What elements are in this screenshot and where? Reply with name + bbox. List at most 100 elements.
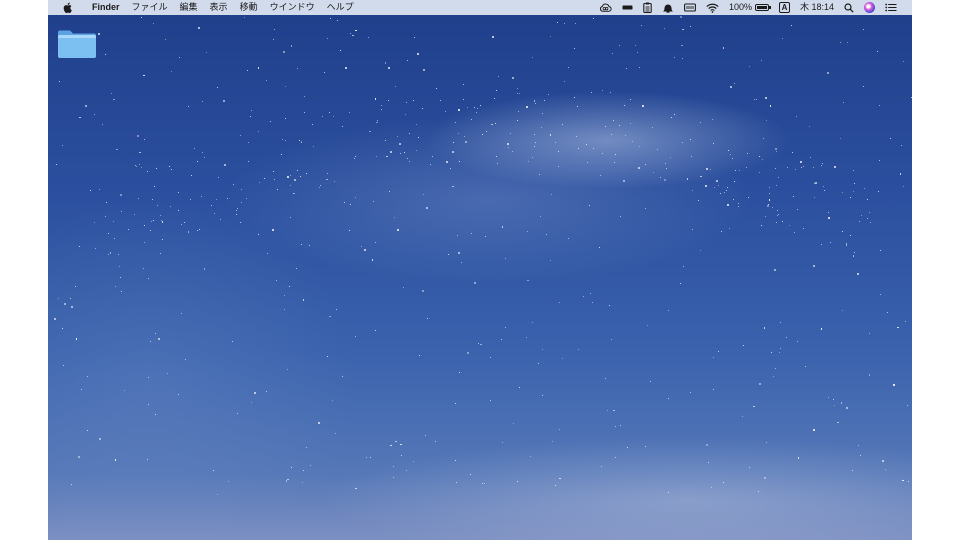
star	[776, 214, 778, 216]
star	[795, 116, 797, 118]
star	[112, 221, 114, 223]
star	[368, 36, 370, 38]
menu-edit[interactable]: 編集	[174, 0, 204, 15]
desktop-folder[interactable]	[57, 28, 97, 60]
star	[762, 158, 764, 161]
apple-menu[interactable]	[48, 2, 86, 13]
star	[304, 111, 306, 113]
star	[247, 141, 249, 143]
menu-help[interactable]: ヘルプ	[321, 0, 360, 15]
menu-view[interactable]: 表示	[204, 0, 234, 15]
battery-menu[interactable]: 100%	[724, 0, 774, 15]
star	[405, 113, 407, 115]
star	[288, 285, 290, 287]
wifi-menu[interactable]	[701, 0, 724, 15]
star	[210, 205, 212, 207]
star	[456, 482, 458, 484]
star	[198, 27, 200, 30]
star	[720, 192, 722, 194]
star	[765, 441, 767, 443]
app-menu-finder[interactable]: Finder	[86, 0, 126, 15]
menu-go[interactable]: 移動	[234, 0, 264, 15]
creative-cloud-menu[interactable]	[594, 0, 617, 15]
star	[265, 79, 267, 82]
star	[111, 92, 113, 94]
star	[577, 106, 579, 108]
star	[549, 260, 551, 262]
star	[786, 337, 788, 339]
star	[250, 110, 252, 112]
star	[405, 469, 407, 471]
star	[828, 397, 830, 399]
notification-center-button[interactable]	[880, 0, 902, 15]
star	[70, 484, 72, 486]
star	[839, 138, 841, 140]
star	[466, 351, 469, 354]
star	[803, 227, 805, 229]
star	[561, 123, 563, 125]
star	[450, 167, 452, 169]
star	[834, 166, 836, 168]
star	[517, 481, 519, 483]
star	[803, 166, 805, 168]
spotlight-search-button[interactable]	[839, 0, 859, 15]
star	[299, 175, 301, 177]
star	[878, 160, 880, 162]
star	[681, 45, 683, 47]
menu-file[interactable]: ファイル	[126, 0, 174, 15]
star	[306, 173, 308, 175]
star	[422, 194, 424, 196]
star	[289, 174, 291, 176]
star	[396, 229, 399, 232]
star	[809, 156, 811, 158]
star	[682, 58, 684, 59]
star	[446, 160, 449, 163]
siri-button[interactable]	[859, 0, 880, 15]
star	[828, 212, 830, 214]
star	[516, 119, 519, 122]
star	[75, 286, 77, 288]
star	[489, 399, 491, 401]
input-source-menu[interactable]: A	[774, 0, 795, 15]
star	[115, 285, 117, 287]
star	[517, 87, 519, 89]
star	[786, 167, 788, 169]
clipboard-menu[interactable]	[638, 0, 657, 15]
star	[387, 100, 389, 102]
star	[147, 459, 149, 461]
star	[722, 481, 724, 483]
star	[775, 367, 777, 369]
menu-window[interactable]: ウインドウ	[264, 0, 321, 15]
apple-logo-icon	[63, 2, 72, 13]
menu-bar-status: 100% A 木 18:14	[594, 0, 912, 15]
star	[614, 456, 616, 459]
star	[638, 66, 640, 68]
notification-bell-menu[interactable]	[657, 0, 679, 15]
star	[369, 456, 371, 458]
starry-night-wallpaper	[48, 0, 912, 540]
keyboard-menu[interactable]	[679, 0, 701, 15]
star	[797, 340, 799, 342]
star	[352, 34, 354, 36]
star	[87, 430, 89, 432]
star	[800, 166, 803, 169]
star	[436, 87, 438, 89]
star	[638, 167, 640, 170]
star	[634, 44, 636, 46]
star	[151, 220, 153, 222]
star	[568, 67, 570, 68]
star	[416, 53, 419, 56]
star	[774, 148, 777, 151]
star	[902, 186, 904, 188]
star	[757, 490, 759, 492]
star	[629, 98, 631, 100]
star	[756, 98, 758, 100]
star	[911, 96, 912, 98]
display-menu[interactable]	[617, 0, 638, 15]
star	[439, 99, 441, 101]
clock[interactable]: 木 18:14	[795, 0, 839, 15]
star	[501, 226, 503, 228]
star	[652, 126, 654, 128]
star	[765, 216, 767, 218]
star	[612, 119, 615, 122]
